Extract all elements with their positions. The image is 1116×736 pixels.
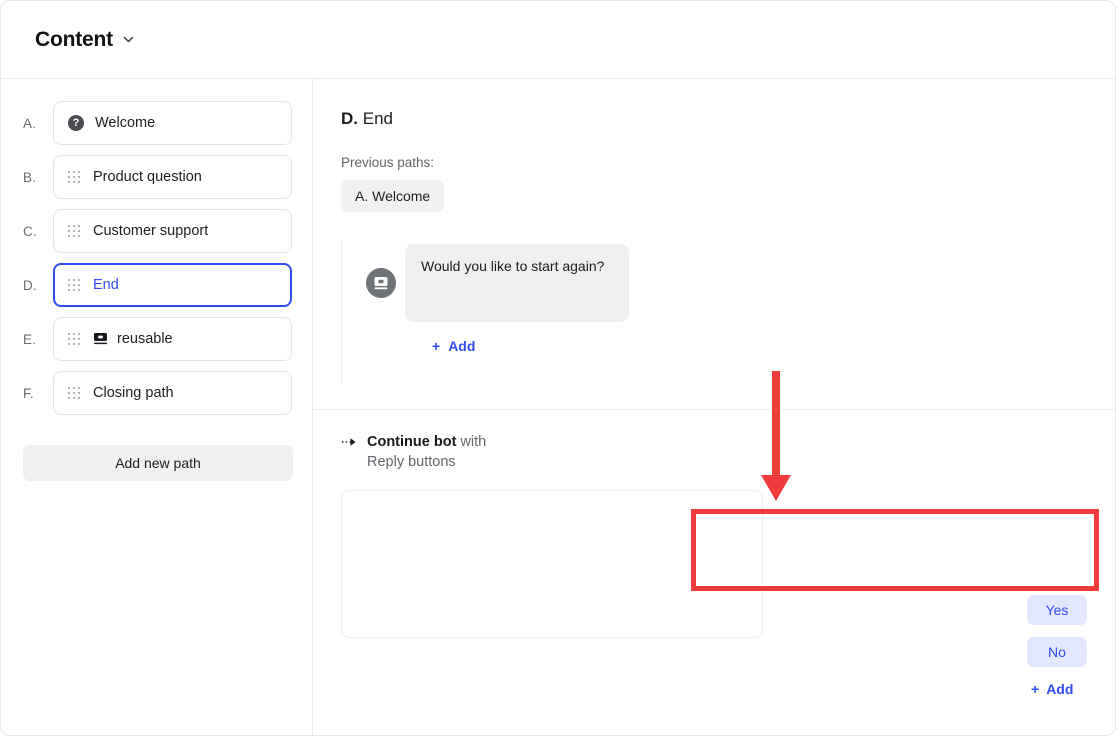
plus-icon: +: [1031, 681, 1040, 697]
path-row-f: F. Closing path: [23, 371, 292, 415]
message-bubble[interactable]: Would you like to start again?: [405, 244, 629, 322]
reply-chips-column: Yes No + Add: [1027, 595, 1115, 699]
message-section: Previous paths: A. Welcome Would you lik…: [313, 129, 1115, 410]
sidebar-item-welcome[interactable]: ? Welcome: [53, 101, 292, 145]
reusable-block-icon: [93, 332, 108, 346]
continue-muted-label: with: [460, 434, 487, 450]
sidebar-item-product-question[interactable]: Product question: [53, 155, 292, 199]
path-label: Closing path: [93, 385, 174, 401]
sidebar-item-closing-path[interactable]: Closing path: [53, 371, 292, 415]
add-new-path-button[interactable]: Add new path: [23, 445, 293, 481]
drag-handle-icon[interactable]: [68, 387, 80, 399]
path-letter: E.: [23, 331, 36, 347]
path-letter: A.: [23, 115, 36, 131]
path-letter: B.: [23, 169, 36, 185]
path-row-c: C. Customer support: [23, 209, 292, 253]
path-letter: D.: [23, 277, 37, 293]
top-bar: Content: [1, 1, 1115, 79]
drag-handle-icon[interactable]: [68, 333, 80, 345]
reply-chip-no[interactable]: No: [1027, 637, 1087, 667]
path-label: End: [93, 277, 119, 293]
path-row-d: D. End: [23, 263, 292, 307]
section-header: D. End: [313, 79, 1115, 129]
continue-text: Continue bot with Reply buttons: [367, 432, 486, 472]
add-message-label: Add: [448, 338, 476, 354]
path-letter: C.: [23, 223, 37, 239]
path-row-b: B. Product question: [23, 155, 292, 199]
path-label: Customer support: [93, 223, 209, 239]
continue-subtitle: Reply buttons: [367, 454, 456, 470]
continue-header: Continue bot with Reply buttons: [341, 432, 1115, 472]
message-row: Would you like to start again?: [366, 238, 1115, 322]
body-split: A. ? Welcome B. Product question C. Cust…: [1, 79, 1115, 735]
sidebar-item-reusable[interactable]: reusable: [53, 317, 292, 361]
app-window: Content A. ? Welcome B. Product question: [0, 0, 1116, 736]
continue-bold-label: Continue bot: [367, 434, 457, 450]
question-circle-icon: ?: [68, 115, 84, 131]
add-reply-button[interactable]: + Add: [1031, 681, 1073, 697]
main-panel: D. End Previous paths: A. Welcome Would …: [313, 79, 1115, 735]
reply-chip-yes[interactable]: Yes: [1027, 595, 1087, 625]
sidebar-item-end[interactable]: End: [53, 263, 292, 307]
section-letter: D.: [341, 109, 358, 128]
path-label: Product question: [93, 169, 202, 185]
reply-buttons-box: [341, 490, 763, 638]
path-row-e: E. reusable: [23, 317, 292, 361]
continue-arrow-icon: [341, 434, 358, 454]
drag-handle-icon[interactable]: [68, 225, 80, 237]
drag-handle-icon[interactable]: [68, 171, 80, 183]
path-label: Welcome: [95, 115, 156, 131]
message-bubble-wrap: Would you like to start again? + Add: [341, 238, 1115, 383]
path-row-a: A. ? Welcome: [23, 101, 292, 145]
drag-handle-icon[interactable]: [68, 279, 80, 291]
continue-section: Continue bot with Reply buttons: [313, 410, 1115, 638]
page-title: Content: [35, 27, 113, 51]
path-label: reusable: [117, 331, 173, 347]
paths-sidebar: A. ? Welcome B. Product question C. Cust…: [1, 79, 313, 735]
chevron-down-icon[interactable]: [122, 33, 135, 46]
add-reply-label: Add: [1046, 681, 1074, 697]
add-message-button[interactable]: + Add: [432, 338, 475, 354]
previous-path-chip[interactable]: A. Welcome: [341, 180, 445, 212]
bot-block-icon: [366, 268, 396, 298]
sidebar-item-customer-support[interactable]: Customer support: [53, 209, 292, 253]
path-letter: F.: [23, 385, 34, 401]
plus-icon: +: [432, 338, 441, 354]
previous-paths-label: Previous paths:: [341, 155, 435, 170]
section-title: End: [362, 109, 393, 128]
